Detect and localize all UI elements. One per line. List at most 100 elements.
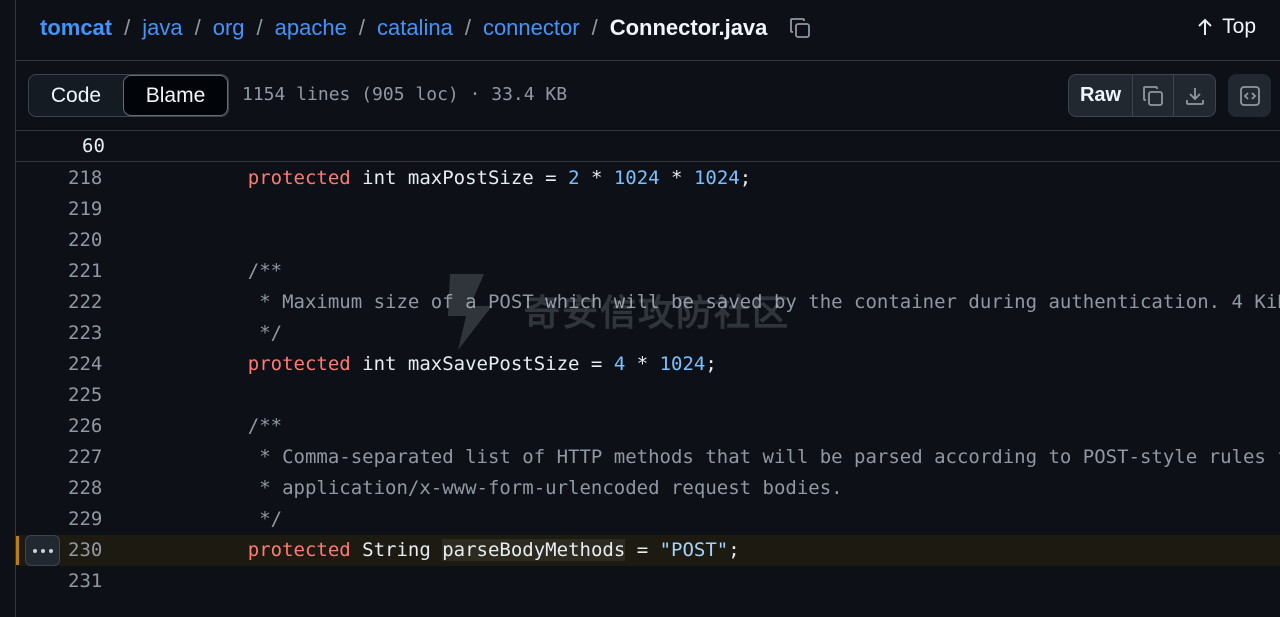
- line-source: * Comma-separated list of HTTP methods t…: [202, 446, 1280, 468]
- line-source: */: [202, 508, 282, 530]
- code-line: 218 protected int maxPostSize = 2 * 1024…: [16, 163, 1280, 194]
- breadcrumb-connector[interactable]: connector: [483, 15, 580, 41]
- code-token: =: [625, 539, 660, 561]
- raw-button[interactable]: Raw: [1069, 75, 1133, 116]
- line-number[interactable]: 225: [68, 384, 102, 406]
- code-line: 228 * application/x-www-form-urlencoded …: [16, 473, 1280, 504]
- code-token: */: [202, 508, 283, 530]
- code-token: int maxSavePostSize =: [350, 353, 614, 375]
- code-token: 2: [568, 167, 580, 189]
- line-number[interactable]: 228: [68, 477, 102, 499]
- code-line: 224 protected int maxSavePostSize = 4 * …: [16, 349, 1280, 380]
- sticky-line-number[interactable]: 60: [82, 135, 105, 157]
- breadcrumb-org[interactable]: org: [213, 15, 245, 41]
- line-number[interactable]: 230: [68, 539, 102, 561]
- code-token: ;: [705, 353, 717, 375]
- breadcrumb-apache[interactable]: apache: [275, 15, 347, 41]
- code-line: 223 */: [16, 318, 1280, 349]
- kebab-dot-icon: [48, 548, 53, 553]
- code-line: 229 */: [16, 504, 1280, 535]
- code-view: 217 */218 protected int maxPostSize = 2 …: [16, 148, 1280, 617]
- code-line: 219: [16, 194, 1280, 225]
- line-number[interactable]: 222: [68, 291, 102, 313]
- view-toggle: Code Blame: [28, 74, 229, 117]
- top-button[interactable]: Top: [1196, 12, 1256, 42]
- arrow-up-icon: [1198, 18, 1212, 35]
- code-token: * Maximum size of a POST which will be s…: [259, 291, 1280, 313]
- line-source: * application/x-www-form-urlencoded requ…: [202, 477, 843, 499]
- line-number[interactable]: 221: [68, 260, 102, 282]
- top-label: Top: [1222, 15, 1256, 38]
- breadcrumb-separator: /: [358, 15, 365, 40]
- code-token: *: [659, 167, 694, 189]
- code-token: "POST": [659, 539, 729, 561]
- code-token: 1024: [613, 167, 660, 189]
- code-token: 4: [613, 353, 626, 375]
- sticky-header-line: 60: [16, 131, 1280, 162]
- download-icon: [1185, 87, 1204, 105]
- line-number[interactable]: 218: [68, 167, 102, 189]
- download-button[interactable]: [1174, 75, 1215, 116]
- breadcrumb-tomcat[interactable]: tomcat: [40, 15, 112, 41]
- code-line: 222 * Maximum size of a POST which will …: [16, 287, 1280, 318]
- line-number[interactable]: 227: [68, 446, 102, 468]
- code-token: 1024: [693, 167, 740, 189]
- copy-icon: [1143, 85, 1163, 106]
- line-source: protected int maxSavePostSize = 4 * 1024…: [202, 353, 717, 375]
- code-view-button[interactable]: Code: [29, 75, 123, 116]
- code-token: ;: [739, 167, 752, 189]
- breadcrumb: tomcat / java / org / apache / catalina …: [40, 0, 813, 56]
- blame-view-button[interactable]: Blame: [123, 75, 228, 116]
- breadcrumb-separator: /: [256, 15, 263, 40]
- code-token: String: [350, 539, 443, 561]
- line-number[interactable]: 219: [68, 198, 102, 220]
- symbols-panel-button[interactable]: [1228, 74, 1271, 117]
- code-token: 1024: [659, 353, 706, 375]
- highlight-marker: [16, 536, 19, 565]
- breadcrumb-separator: /: [464, 15, 471, 40]
- line-source: protected String parseBodyMethods = "POS…: [202, 539, 740, 561]
- breadcrumb-separator: /: [591, 15, 598, 40]
- line-number[interactable]: 220: [68, 229, 102, 251]
- line-source: * Maximum size of a POST which will be s…: [202, 291, 1280, 313]
- code-token: *: [625, 353, 660, 375]
- line-source: /**: [202, 260, 282, 282]
- breadcrumb-separator: /: [194, 15, 201, 40]
- line-source: protected int maxPostSize = 2 * 1024 * 1…: [202, 167, 751, 189]
- copy-path-icon[interactable]: [787, 15, 813, 41]
- divider: [15, 60, 1280, 61]
- code-token: ;: [728, 539, 740, 561]
- kebab-dot-icon: [32, 548, 37, 553]
- code-token: protected: [202, 167, 351, 189]
- file-actions: Raw: [1068, 74, 1216, 117]
- line-number[interactable]: 229: [68, 508, 102, 530]
- code-line: 226 /**: [16, 411, 1280, 442]
- line-number[interactable]: 231: [68, 570, 102, 592]
- line-number[interactable]: 226: [68, 415, 102, 437]
- code-line: 227 * Comma-separated list of HTTP metho…: [16, 442, 1280, 473]
- code-square-icon: [1239, 85, 1260, 106]
- copy-raw-button[interactable]: [1133, 75, 1174, 116]
- code-line: 231: [16, 566, 1280, 597]
- code-line: 230 protected String parseBodyMethods = …: [16, 535, 1280, 566]
- line-options-button[interactable]: [25, 535, 60, 566]
- code-line: 220: [16, 225, 1280, 256]
- code-line: 225: [16, 380, 1280, 411]
- code-token: protected: [202, 353, 351, 375]
- line-number[interactable]: 223: [68, 322, 102, 344]
- code-token: parseBodyMethods: [442, 539, 626, 561]
- code-token: * Comma-separated list of HTTP methods t…: [202, 446, 1280, 468]
- line-number[interactable]: 224: [68, 353, 102, 375]
- breadcrumb-java[interactable]: java: [142, 15, 182, 41]
- code-line: 221 /**: [16, 256, 1280, 287]
- breadcrumb-separator: /: [124, 15, 131, 40]
- code-token: *: [579, 167, 614, 189]
- code-token: * application/x-www-form-urlencoded requ…: [202, 477, 843, 499]
- file-meta: 1154 lines (905 loc) · 33.4 KB: [242, 84, 568, 105]
- code-token: protected: [202, 539, 351, 561]
- breadcrumb-catalina[interactable]: catalina: [377, 15, 453, 41]
- line-source: */: [202, 322, 282, 344]
- breadcrumb-current-file: Connector.java: [609, 15, 768, 40]
- code-token: */: [202, 322, 283, 344]
- kebab-dot-icon: [40, 548, 45, 553]
